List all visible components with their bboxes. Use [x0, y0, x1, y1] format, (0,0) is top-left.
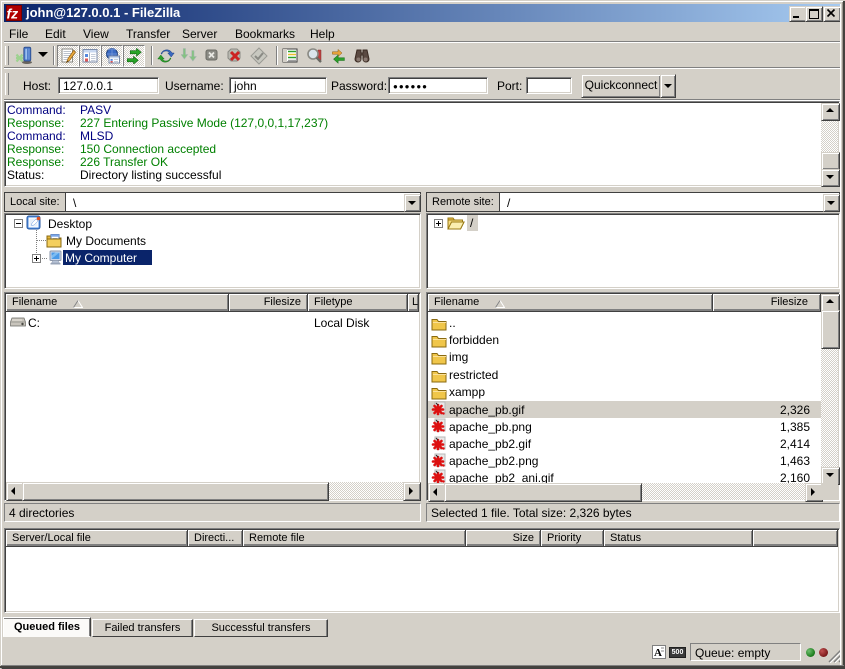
- svg-text:fz: fz: [7, 6, 18, 20]
- svg-text:A: A: [654, 647, 662, 658]
